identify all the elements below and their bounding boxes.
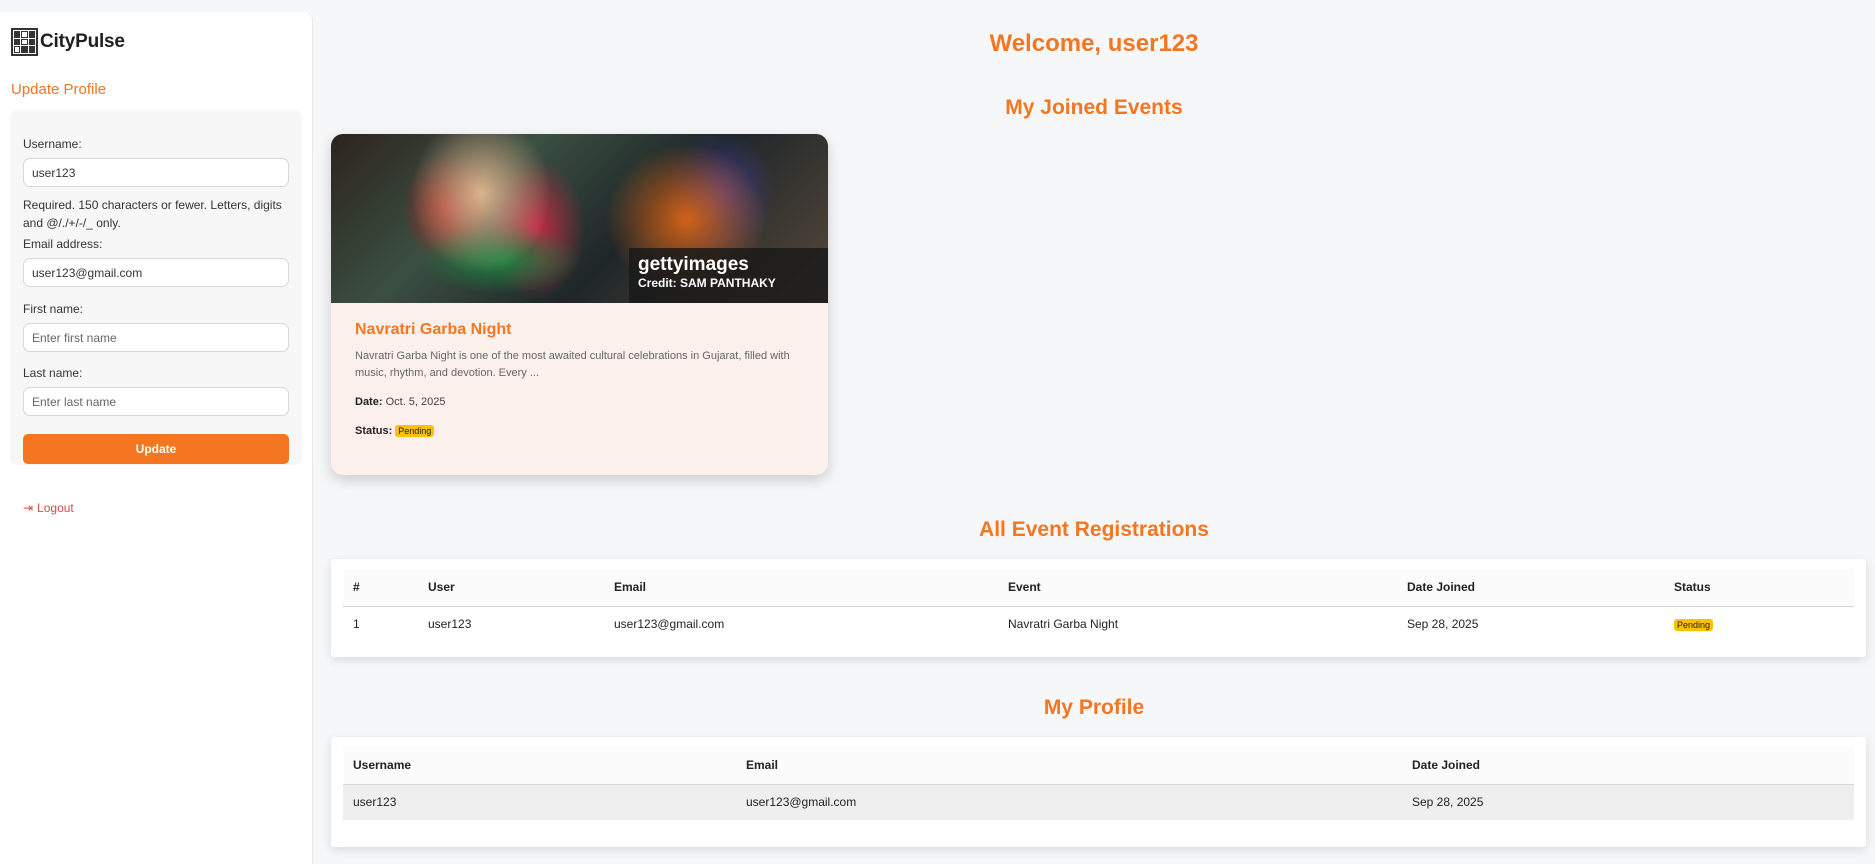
registrations-table: # User Email Event Date Joined Status 1 … bbox=[343, 569, 1854, 642]
cell-status: Pending bbox=[1664, 606, 1854, 642]
column-header-username: Username bbox=[343, 747, 736, 785]
last-name-input[interactable] bbox=[23, 387, 289, 416]
column-header-email: Email bbox=[736, 747, 1402, 785]
event-date-label: Date: bbox=[355, 396, 383, 408]
table-row: 1 user123 user123@gmail.com Navratri Gar… bbox=[343, 606, 1854, 642]
logo-block-2 bbox=[21, 31, 28, 38]
column-header-number: # bbox=[343, 569, 418, 607]
column-header-status: Status bbox=[1664, 569, 1854, 607]
update-profile-form: Username: Required. 150 characters or fe… bbox=[10, 110, 302, 465]
logo-block-3 bbox=[28, 31, 35, 38]
username-input[interactable] bbox=[23, 158, 289, 187]
logo-block-4 bbox=[14, 38, 21, 46]
column-header-date-joined: Date Joined bbox=[1397, 569, 1664, 607]
event-card[interactable]: gettyimages Credit: SAM PANTHAKY Navratr… bbox=[331, 134, 828, 475]
column-header-date-joined: Date Joined bbox=[1402, 747, 1854, 785]
profile-table: Username Email Date Joined user123 user1… bbox=[343, 747, 1854, 820]
status-badge: Pending bbox=[395, 425, 435, 437]
cell-email: user123@gmail.com bbox=[614, 617, 725, 632]
logout-icon: ⇥ bbox=[23, 501, 34, 515]
registrations-table-card: # User Email Event Date Joined Status 1 … bbox=[331, 559, 1866, 657]
profile-heading: My Profile bbox=[1043, 696, 1145, 719]
event-status-label: Status: bbox=[355, 425, 393, 437]
first-name-input[interactable] bbox=[23, 323, 289, 352]
brand[interactable]: CityPulse bbox=[11, 28, 125, 56]
logo-block-6 bbox=[28, 38, 35, 46]
logo-block-9 bbox=[28, 46, 35, 53]
image-watermark: gettyimages Credit: SAM PANTHAKY bbox=[629, 248, 828, 303]
joined-events-heading: My Joined Events bbox=[1005, 96, 1183, 119]
profile-header-row: Username Email Date Joined bbox=[343, 747, 1854, 785]
event-date-value: Oct. 5, 2025 bbox=[385, 396, 446, 408]
username-label: Username: bbox=[23, 137, 82, 151]
logout-link[interactable]: ⇥ Logout bbox=[23, 501, 74, 515]
column-header-user: User bbox=[418, 569, 604, 607]
main-content: Welcome, user123 My Joined Events gettyi… bbox=[313, 0, 1875, 864]
logo-block-8 bbox=[21, 46, 28, 53]
registrations-heading: All Event Registrations bbox=[979, 518, 1209, 541]
cell-event: Navratri Garba Night bbox=[1008, 617, 1119, 632]
event-image: gettyimages Credit: SAM PANTHAKY bbox=[331, 134, 828, 303]
cell-date-joined: Sep 28, 2025 bbox=[1402, 784, 1854, 820]
update-button[interactable]: Update bbox=[23, 434, 289, 464]
app-container: CityPulse Update Profile Username: Requi… bbox=[0, 0, 1875, 864]
profile-table-card: Username Email Date Joined user123 user1… bbox=[331, 737, 1866, 847]
cell-number: 1 bbox=[353, 617, 360, 632]
event-status: Status: Pending bbox=[355, 425, 435, 437]
first-name-label: First name: bbox=[23, 302, 84, 316]
brand-name: CityPulse bbox=[40, 31, 125, 52]
citypulse-logo-icon bbox=[11, 28, 38, 56]
column-header-email: Email bbox=[604, 569, 998, 607]
logo-block-1 bbox=[14, 31, 21, 38]
registrations-header-row: # User Email Event Date Joined Status bbox=[343, 569, 1854, 607]
cell-user: user123 bbox=[428, 617, 472, 632]
event-title[interactable]: Navratri Garba Night bbox=[355, 321, 511, 339]
cell-date-joined: Sep 28, 2025 bbox=[1407, 617, 1479, 632]
event-date: Date: Oct. 5, 2025 bbox=[355, 396, 446, 408]
welcome-heading: Welcome, user123 bbox=[989, 30, 1199, 57]
cell-email: user123@gmail.com bbox=[736, 784, 1402, 820]
watermark-brand: gettyimages bbox=[638, 254, 749, 275]
event-description: Navratri Garba Night is one of the most … bbox=[355, 350, 790, 379]
logout-label: Logout bbox=[37, 501, 74, 515]
last-name-label: Last name: bbox=[23, 366, 83, 380]
image-credit: Credit: SAM PANTHAKY bbox=[638, 276, 776, 290]
email-input[interactable] bbox=[23, 258, 289, 287]
logo-block-7 bbox=[14, 46, 21, 53]
table-row: user123 user123@gmail.com Sep 28, 2025 bbox=[343, 784, 1854, 820]
email-label: Email address: bbox=[23, 237, 103, 251]
logo-block-5 bbox=[21, 38, 28, 46]
sidebar: CityPulse Update Profile Username: Requi… bbox=[0, 12, 313, 864]
username-help-text: Required. 150 characters or fewer. Lette… bbox=[23, 198, 282, 230]
update-profile-heading: Update Profile bbox=[11, 81, 107, 98]
cell-username: user123 bbox=[343, 784, 736, 820]
status-badge: Pending bbox=[1674, 619, 1714, 632]
column-header-event: Event bbox=[998, 569, 1397, 607]
